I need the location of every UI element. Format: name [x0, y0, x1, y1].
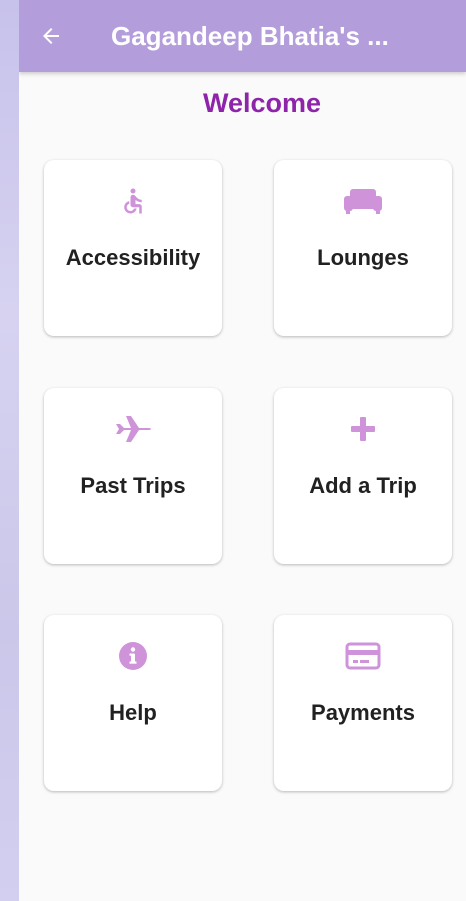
lounges-tile[interactable]: Lounges: [274, 160, 452, 336]
accessibility-tile[interactable]: Accessibility: [44, 160, 222, 336]
add-a-trip-label: Add a Trip: [309, 473, 417, 498]
past-trips-tile[interactable]: Past Trips: [44, 388, 222, 564]
credit-card-icon: [345, 642, 381, 670]
arrow-back-icon: [43, 28, 59, 44]
help-tile[interactable]: Help: [44, 615, 222, 791]
airplane-icon: [116, 416, 151, 442]
accessible-icon: [124, 188, 142, 214]
payments-label: Payments: [311, 700, 415, 725]
info-icon: [119, 642, 147, 670]
back-button[interactable]: [35, 20, 67, 52]
help-label: Help: [109, 700, 157, 725]
background-edge: [0, 0, 19, 901]
app-screen: Gagandeep Bhatia's ... Welcome Accessibi…: [19, 0, 466, 901]
sofa-icon: [344, 189, 382, 214]
past-trips-label: Past Trips: [80, 473, 186, 498]
app-bar-title: Gagandeep Bhatia's ...: [111, 21, 389, 51]
welcome-heading: Welcome: [202, 88, 322, 118]
lounges-label: Lounges: [317, 245, 409, 270]
accessibility-label: Accessibility: [65, 245, 201, 270]
plus-icon: [351, 417, 375, 441]
payments-tile[interactable]: Payments: [274, 615, 452, 791]
app-bar: Gagandeep Bhatia's ...: [19, 0, 466, 72]
add-a-trip-tile[interactable]: Add a Trip: [274, 388, 452, 564]
